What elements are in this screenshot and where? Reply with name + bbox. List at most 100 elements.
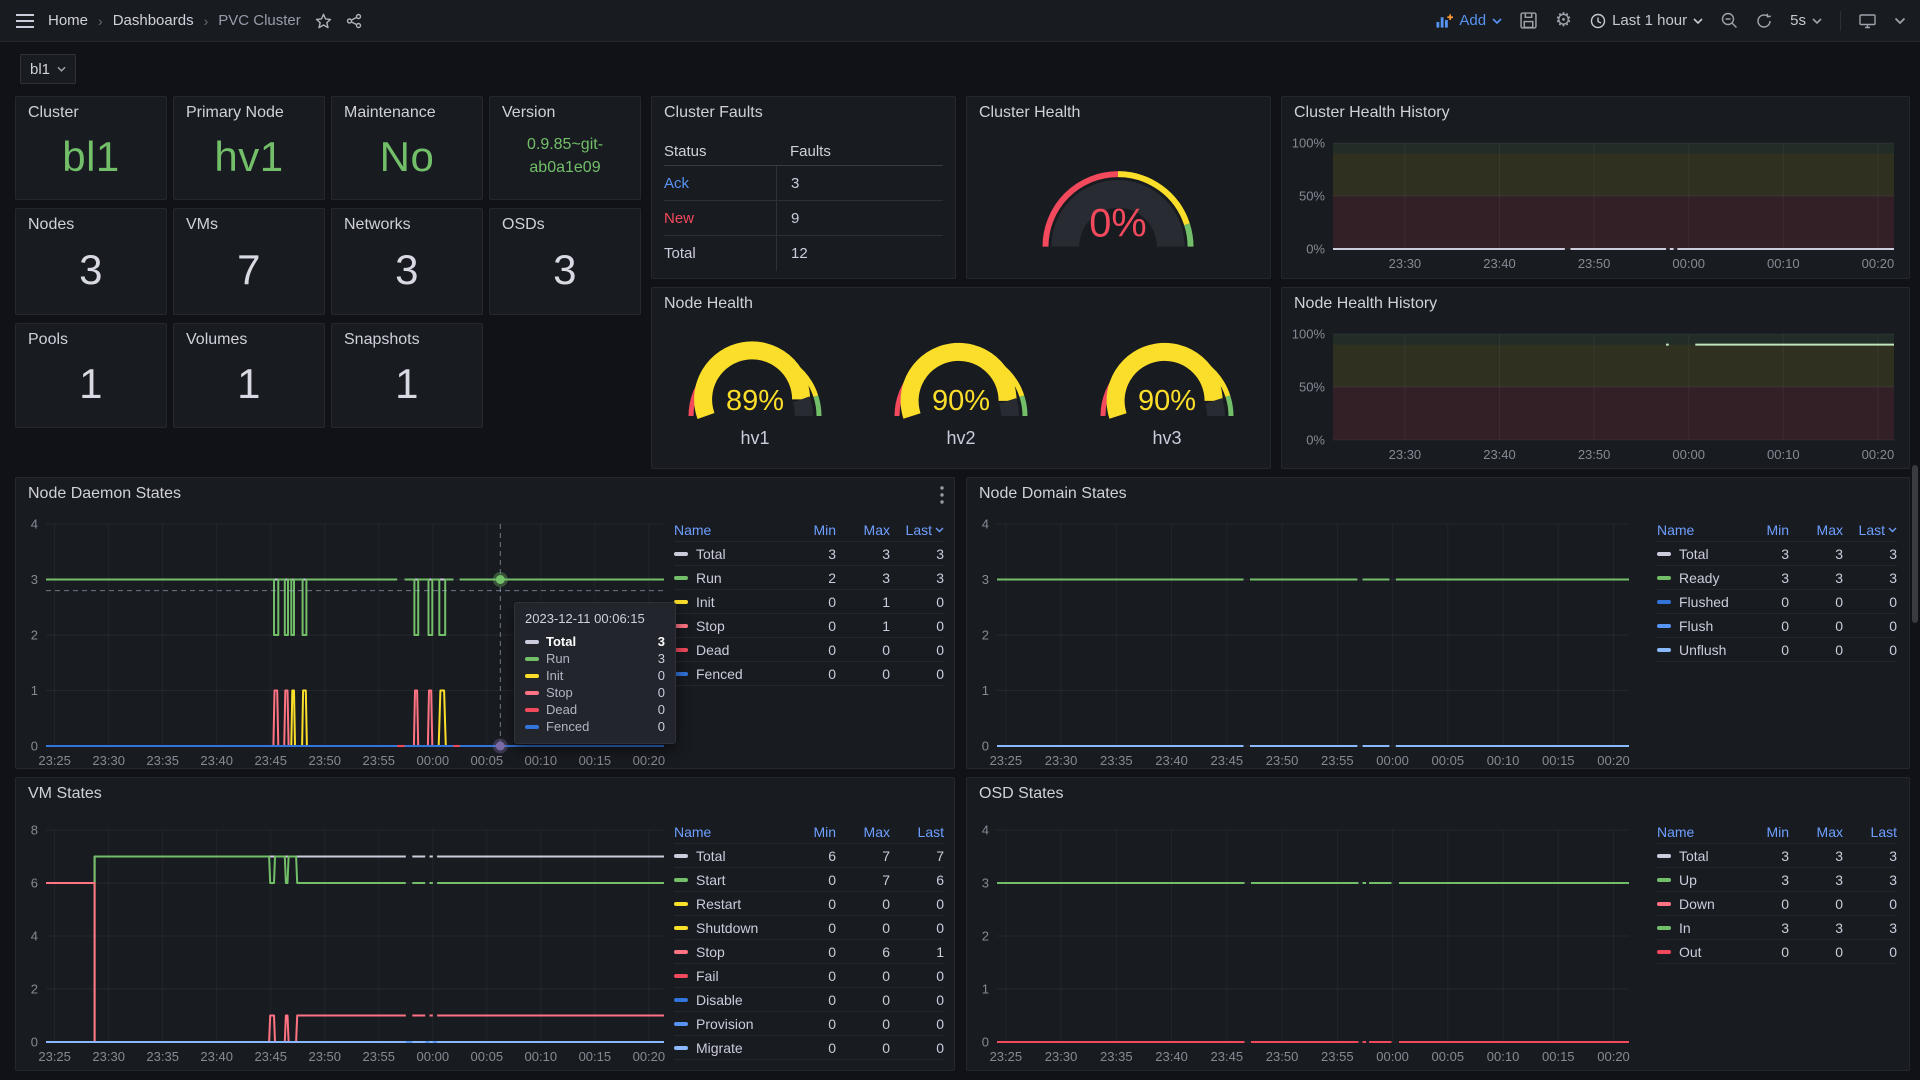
variable-dropdown-cluster[interactable]: bl1 <box>20 54 76 84</box>
chevron-down-icon <box>1492 18 1502 24</box>
graph-add-icon <box>1436 13 1453 29</box>
breadcrumb-home[interactable]: Home <box>48 12 88 29</box>
faults-col-status[interactable]: Status <box>664 143 776 160</box>
legend-row: Stop061 <box>674 940 944 964</box>
series-color-swatch <box>525 708 539 712</box>
legend-series-down[interactable]: Down <box>1657 896 1735 912</box>
legend-value-max: 0 <box>836 642 890 658</box>
legend-series-total[interactable]: Total <box>674 546 782 562</box>
x-axis-tick-label: 00:00 <box>1672 256 1705 271</box>
legend-series-stop[interactable]: Stop <box>674 944 782 960</box>
legend-series-out[interactable]: Out <box>1657 944 1735 960</box>
node-gauge-label: hv2 <box>946 428 975 449</box>
breadcrumb-dashboards[interactable]: Dashboards <box>113 12 194 29</box>
panel-menu-icon[interactable] <box>940 486 944 509</box>
stat-value: bl1 <box>16 122 166 199</box>
legend-series-start[interactable]: Start <box>674 872 782 888</box>
series-color-swatch <box>1657 950 1671 954</box>
legend-series-up[interactable]: Up <box>1657 872 1735 888</box>
legend-value-last: 0 <box>1843 594 1897 610</box>
legend-series-stop[interactable]: Stop <box>674 618 782 634</box>
legend-header-max[interactable]: Max <box>836 824 890 840</box>
dashboard-settings-gear-icon[interactable]: ⚙ <box>1555 11 1572 30</box>
legend-series-restart[interactable]: Restart <box>674 896 782 912</box>
x-axis-tick-label: 23:40 <box>1155 1049 1188 1064</box>
tv-mode-icon[interactable] <box>1859 13 1876 29</box>
y-axis-tick-label: 3 <box>31 572 38 587</box>
legend-value-max: 3 <box>836 546 890 562</box>
legend-header-name[interactable]: Name <box>674 824 782 840</box>
breadcrumb-current-page: PVC Cluster <box>218 12 301 29</box>
legend-header-max[interactable]: Max <box>1789 522 1843 538</box>
favorite-star-icon[interactable] <box>315 13 332 29</box>
legend-header-name[interactable]: Name <box>1657 824 1735 840</box>
legend-series-migrate[interactable]: Migrate <box>674 1040 782 1056</box>
faults-status-new[interactable]: New <box>664 210 776 227</box>
legend-value-last: 0 <box>890 594 944 610</box>
legend-series-provision[interactable]: Provision <box>674 1016 782 1032</box>
node-health-gauge-hv3: 90%hv3 <box>1082 322 1252 449</box>
legend-header-name[interactable]: Name <box>1657 522 1735 538</box>
legend-value-max: 0 <box>1789 618 1843 634</box>
legend-value-min: 0 <box>782 1016 836 1032</box>
legend-value-last: 3 <box>1843 570 1897 586</box>
legend-series-total[interactable]: Total <box>1657 546 1735 562</box>
legend-header-last[interactable]: Last <box>1843 522 1897 538</box>
legend-header-min[interactable]: Min <box>1735 824 1789 840</box>
legend-header-last[interactable]: Last <box>1843 824 1897 840</box>
share-icon[interactable] <box>346 13 362 29</box>
legend-series-disable[interactable]: Disable <box>674 992 782 1008</box>
legend-series-run[interactable]: Run <box>674 570 782 586</box>
x-axis-tick-label: 00:20 <box>1597 753 1630 768</box>
legend-series-total[interactable]: Total <box>674 848 782 864</box>
page-scrollbar[interactable] <box>1912 465 1918 623</box>
table-row: Total 12 <box>664 236 943 271</box>
legend-header-name[interactable]: Name <box>674 522 782 538</box>
legend-series-unflush[interactable]: Unflush <box>1657 642 1735 658</box>
gauge-threshold-arc <box>816 396 819 416</box>
save-dashboard-icon[interactable] <box>1520 12 1537 29</box>
legend-value-min: 0 <box>782 872 836 888</box>
legend-value-min: 0 <box>782 666 836 682</box>
panel-vm-states: VM States 23:2523:3023:3523:4023:4523:50… <box>15 777 955 1071</box>
tooltip-timestamp: 2023-12-11 00:06:15 <box>525 611 665 626</box>
legend-header-max[interactable]: Max <box>836 522 890 538</box>
zoom-out-time-icon[interactable] <box>1721 12 1738 29</box>
series-color-swatch <box>674 998 688 1002</box>
y-axis-tick-label: 1 <box>31 683 38 698</box>
legend-row: Up333 <box>1657 868 1897 892</box>
legend-series-shutdown[interactable]: Shutdown <box>674 920 782 936</box>
legend-header-min[interactable]: Min <box>782 522 836 538</box>
legend-header-min[interactable]: Min <box>1735 522 1789 538</box>
time-series-plot[interactable]: 23:3023:4023:5000:0000:1000:200%50%100% <box>1282 97 1911 280</box>
legend-series-in[interactable]: In <box>1657 920 1735 936</box>
add-panel-button[interactable]: Add <box>1436 12 1502 29</box>
legend-series-ready[interactable]: Ready <box>1657 570 1735 586</box>
series-color-swatch <box>674 600 688 604</box>
legend-header-last[interactable]: Last <box>890 522 944 538</box>
refresh-interval-dropdown[interactable]: 5s <box>1790 12 1822 29</box>
hover-point <box>496 742 505 751</box>
legend-header-min[interactable]: Min <box>782 824 836 840</box>
panel-title: OSDs <box>490 209 640 234</box>
legend-series-fail[interactable]: Fail <box>674 968 782 984</box>
refresh-dashboard-icon[interactable] <box>1756 13 1772 29</box>
time-series-plot[interactable]: 23:3023:4023:5000:0000:1000:200%50%100% <box>1282 288 1911 470</box>
legend-header-last[interactable]: Last <box>890 824 944 840</box>
legend-series-flush[interactable]: Flush <box>1657 618 1735 634</box>
faults-status-ack[interactable]: Ack <box>664 175 776 192</box>
legend-series-init[interactable]: Init <box>674 594 782 610</box>
stat-value: 3 <box>16 234 166 314</box>
legend-header-max[interactable]: Max <box>1789 824 1843 840</box>
legend-series-fenced[interactable]: Fenced <box>674 666 782 682</box>
legend-series-dead[interactable]: Dead <box>674 642 782 658</box>
legend-value-max: 7 <box>836 848 890 864</box>
menu-toggle-icon[interactable] <box>16 14 34 28</box>
legend-series-flushed[interactable]: Flushed <box>1657 594 1735 610</box>
faults-col-faults[interactable]: Faults <box>776 137 943 165</box>
legend-value-last: 3 <box>1843 546 1897 562</box>
time-range-picker[interactable]: Last 1 hour <box>1590 12 1703 29</box>
legend-series-total[interactable]: Total <box>1657 848 1735 864</box>
breadcrumb: Home › Dashboards › PVC Cluster <box>48 12 301 29</box>
toolbar-overflow-chevron-icon[interactable] <box>1894 17 1906 25</box>
